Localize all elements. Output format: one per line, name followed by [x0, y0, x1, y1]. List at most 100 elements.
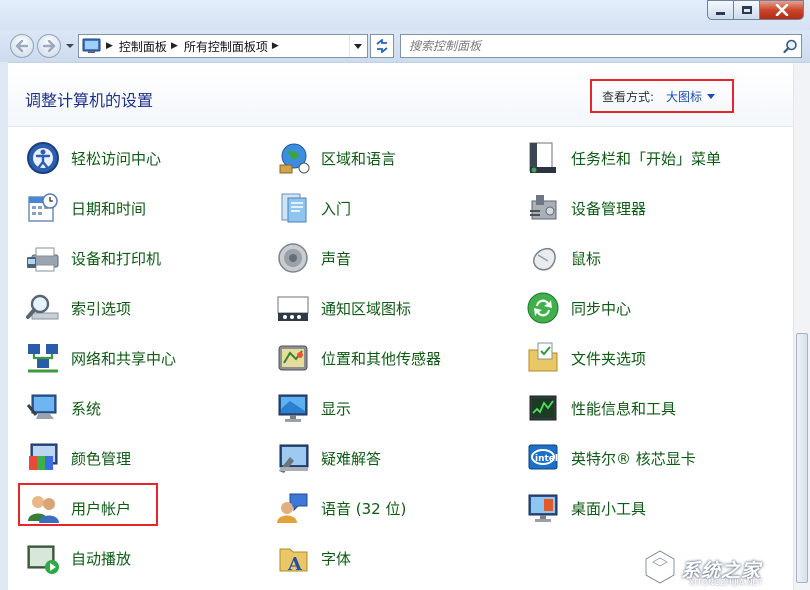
item-intel-graphics[interactable]: intel 英特尔® 核芯显卡	[525, 438, 696, 478]
chevron-down-icon	[66, 44, 74, 48]
location-sensor-icon	[275, 340, 311, 376]
item-mouse[interactable]: 鼠标	[525, 238, 601, 278]
search-icon[interactable]	[779, 36, 801, 56]
item-fonts[interactable]: A 字体	[275, 538, 351, 578]
item-getting-started[interactable]: 入门	[275, 188, 351, 228]
mouse-icon	[525, 240, 561, 276]
item-indexing-options[interactable]: 索引选项	[25, 288, 131, 328]
watermark-logo-icon	[644, 549, 676, 585]
search-input[interactable]	[401, 36, 779, 56]
getting-started-icon	[275, 190, 311, 226]
item-label: 声音	[321, 249, 352, 268]
sync-icon	[525, 290, 561, 326]
autoplay-icon	[25, 540, 61, 576]
minimize-button[interactable]	[707, 0, 734, 20]
item-notification-area[interactable]: 通知区域图标	[275, 288, 411, 328]
chevron-down-icon	[353, 43, 362, 49]
speech-icon	[275, 490, 311, 526]
item-label: 同步中心	[571, 299, 632, 318]
maximize-button[interactable]	[734, 0, 760, 20]
color-management-icon	[25, 440, 61, 476]
item-label: 系统	[71, 399, 102, 418]
item-taskbar-start[interactable]: 任务栏和「开始」菜单	[525, 138, 721, 178]
item-region-language[interactable]: 区域和语言	[275, 138, 396, 178]
item-folder-options[interactable]: 文件夹选项	[525, 338, 646, 378]
item-color-management[interactable]: 颜色管理	[25, 438, 131, 478]
item-autoplay[interactable]: 自动播放	[25, 538, 131, 578]
address-bar[interactable]: ▶ 控制面板 ▶ 所有控制面板项 ▶	[78, 34, 368, 58]
breadcrumb-separator[interactable]: ▶	[171, 41, 178, 51]
item-device-manager[interactable]: 设备管理器	[525, 188, 646, 228]
item-label: 区域和语言	[321, 149, 397, 168]
item-performance[interactable]: 性能信息和工具	[525, 388, 676, 428]
recent-pages-dropdown[interactable]	[65, 40, 75, 52]
item-speech[interactable]: 语音 (32 位)	[275, 488, 406, 528]
back-button[interactable]	[10, 34, 34, 58]
refresh-button[interactable]	[370, 34, 394, 58]
item-label: 轻松访问中心	[71, 149, 162, 168]
user-accounts-icon	[25, 490, 61, 526]
intel-graphics-icon: intel	[525, 440, 561, 476]
close-button[interactable]	[760, 0, 804, 20]
item-date-time[interactable]: 日期和时间	[25, 188, 146, 228]
item-label: 颜色管理	[71, 449, 132, 468]
gadgets-icon	[525, 490, 561, 526]
item-desktop-gadgets[interactable]: 桌面小工具	[525, 488, 646, 528]
address-history-dropdown[interactable]	[349, 35, 365, 57]
close-icon	[775, 4, 788, 16]
fonts-icon: A	[275, 540, 311, 576]
vertical-scrollbar[interactable]	[793, 63, 810, 590]
item-user-accounts[interactable]: 用户帐户	[25, 488, 131, 528]
item-label: 日期和时间	[71, 199, 147, 218]
breadcrumb-control-panel[interactable]: 控制面板	[119, 38, 167, 55]
maximize-icon	[741, 6, 752, 14]
item-location-sensors[interactable]: 位置和其他传感器	[275, 338, 441, 378]
svg-text:intel: intel	[535, 454, 558, 464]
item-label: 索引选项	[71, 299, 132, 318]
item-display[interactable]: 显示	[275, 388, 351, 428]
content-pane: 调整计算机的设置 查看方式: 大图标 轻松访问中心 日期和时间 设备和打印机 索…	[8, 62, 810, 590]
chevron-down-icon[interactable]	[707, 93, 716, 99]
item-ease-of-access[interactable]: 轻松访问中心	[25, 138, 161, 178]
svg-text:A: A	[287, 554, 303, 575]
item-label: 显示	[321, 399, 352, 418]
troubleshooting-icon	[275, 440, 311, 476]
network-icon	[25, 340, 61, 376]
item-sync-center[interactable]: 同步中心	[525, 288, 631, 328]
folder-options-icon	[525, 340, 561, 376]
item-label: 设备和打印机	[71, 249, 162, 268]
forward-button[interactable]	[37, 34, 61, 58]
performance-icon	[525, 390, 561, 426]
watermark-subtext: XITONGZHIJIA.NET	[689, 578, 763, 587]
item-system[interactable]: 系统	[25, 388, 101, 428]
calendar-clock-icon	[25, 190, 61, 226]
speaker-icon	[275, 240, 311, 276]
title-bar	[0, 0, 810, 30]
item-label: 通知区域图标	[321, 299, 412, 318]
item-troubleshooting[interactable]: 疑难解答	[275, 438, 381, 478]
item-label: 字体	[321, 549, 352, 568]
minimize-icon	[716, 11, 725, 15]
watermark: 系统之家 XITONGZHIJIA.NET	[641, 546, 806, 588]
view-by-label: 查看方式:	[602, 89, 655, 104]
item-label: 用户帐户	[71, 499, 132, 518]
item-label: 语音 (32 位)	[321, 499, 407, 518]
item-label: 疑难解答	[321, 449, 382, 468]
search-box[interactable]	[400, 34, 802, 58]
navigation-bar: ▶ 控制面板 ▶ 所有控制面板项 ▶	[0, 30, 810, 62]
item-devices-printers[interactable]: 设备和打印机	[25, 238, 161, 278]
item-sound[interactable]: 声音	[275, 238, 351, 278]
index-magnifier-icon	[25, 290, 61, 326]
breadcrumb-all-items[interactable]: 所有控制面板项	[184, 38, 268, 55]
item-network-sharing[interactable]: 网络和共享中心	[25, 338, 176, 378]
control-panel-icon	[82, 38, 101, 53]
breadcrumb-separator[interactable]: ▶	[272, 41, 279, 51]
item-label: 桌面小工具	[571, 499, 647, 518]
view-by-dropdown[interactable]: 大图标	[666, 88, 702, 105]
device-manager-icon	[525, 190, 561, 226]
item-label: 入门	[321, 199, 352, 218]
item-label: 设备管理器	[571, 199, 647, 218]
display-icon	[275, 390, 311, 426]
item-label: 自动播放	[71, 549, 132, 568]
printer-icon	[25, 240, 61, 276]
